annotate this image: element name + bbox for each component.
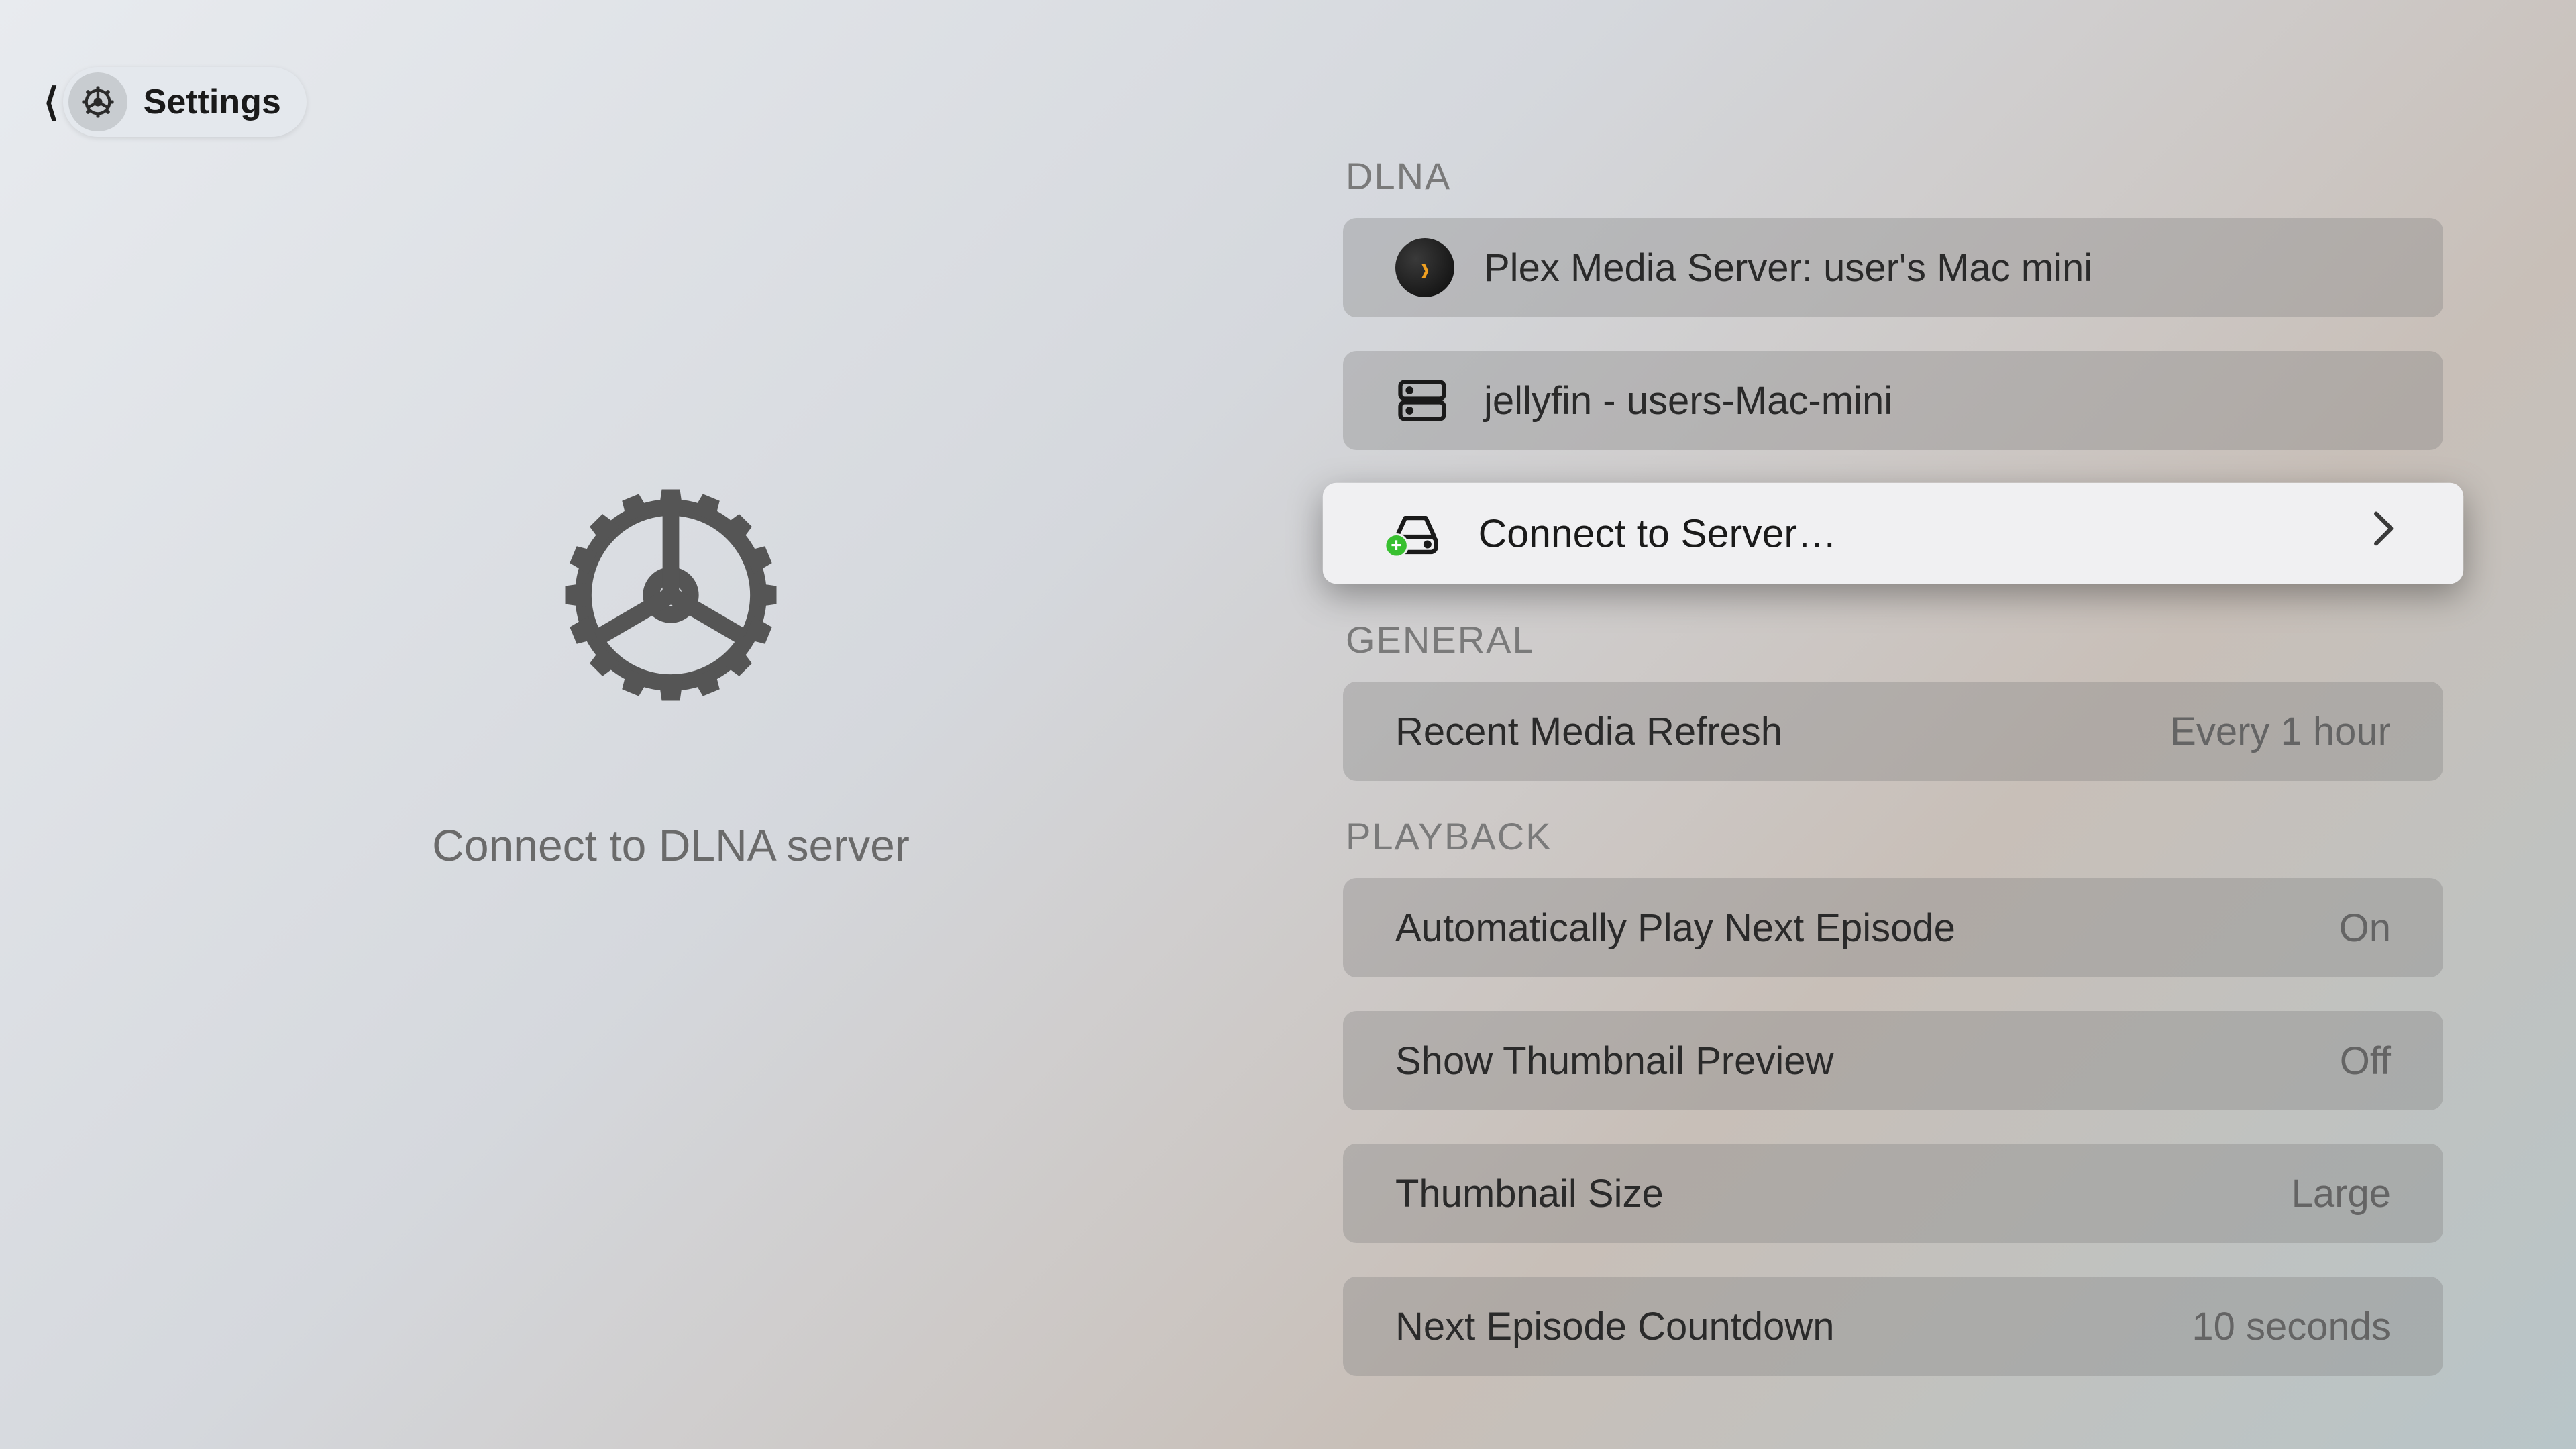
plex-icon: › [1395, 238, 1454, 297]
thumbnail-size-row[interactable]: Thumbnail Size Large [1343, 1144, 2443, 1243]
settings-list: DLNA › Plex Media Server: user's Mac min… [1343, 154, 2443, 1409]
row-label: Connect to Server… [1479, 511, 2371, 556]
recent-media-refresh-row[interactable]: Recent Media Refresh Every 1 hour [1343, 682, 2443, 781]
row-label: Thumbnail Size [1395, 1171, 2292, 1216]
row-label: jellyfin - users-Mac-mini [1484, 378, 2391, 423]
row-label: Automatically Play Next Episode [1395, 906, 2339, 951]
thumbnail-preview-row[interactable]: Show Thumbnail Preview Off [1343, 1011, 2443, 1110]
next-episode-countdown-row[interactable]: Next Episode Countdown 10 seconds [1343, 1277, 2443, 1376]
section-header-dlna: DLNA [1343, 154, 2443, 198]
row-label: Show Thumbnail Preview [1395, 1038, 2340, 1083]
left-subtitle: Connect to DLNA server [432, 820, 910, 871]
section-header-general: GENERAL [1343, 618, 2443, 661]
gear-large-icon [520, 444, 822, 746]
connect-to-server-row[interactable]: + Connect to Server… [1323, 483, 2463, 584]
drive-add-icon: + [1388, 506, 1442, 560]
row-value: Every 1 hour [2170, 709, 2391, 754]
row-label: Next Episode Countdown [1395, 1304, 2192, 1349]
row-value: Large [2292, 1171, 2391, 1216]
row-label: Recent Media Refresh [1395, 709, 2170, 754]
row-value: 10 seconds [2192, 1304, 2391, 1349]
dlna-server-row-jellyfin[interactable]: jellyfin - users-Mac-mini [1343, 351, 2443, 450]
server-rack-icon [1395, 374, 1449, 427]
row-value: On [2339, 906, 2391, 951]
section-header-playback: PLAYBACK [1343, 814, 2443, 858]
row-label: Plex Media Server: user's Mac mini [1484, 246, 2391, 290]
chevron-right-icon [2371, 506, 2398, 559]
plus-badge-icon: + [1384, 533, 1409, 558]
left-detail-panel: Connect to DLNA server [0, 0, 1342, 1449]
dlna-server-row-plex[interactable]: › Plex Media Server: user's Mac mini [1343, 218, 2443, 317]
row-value: Off [2340, 1038, 2391, 1083]
auto-play-next-row[interactable]: Automatically Play Next Episode On [1343, 878, 2443, 977]
